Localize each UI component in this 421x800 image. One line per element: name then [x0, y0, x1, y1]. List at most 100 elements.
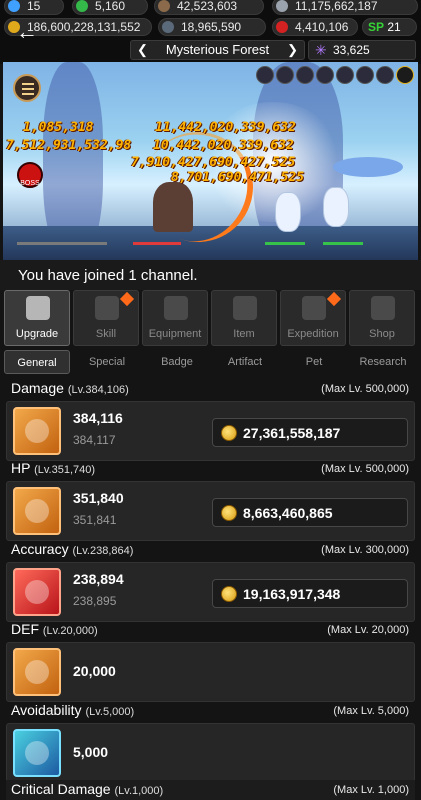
hero-hp-bar	[133, 242, 181, 245]
upgrade-cost-button[interactable]: 27,361,558,187	[212, 418, 408, 447]
fever-badge-icon	[396, 66, 414, 84]
current-value: 238,894	[73, 571, 124, 587]
star-token-icon: ✳	[315, 42, 327, 58]
subtab-research[interactable]: Research	[350, 350, 416, 374]
gold-coin-icon	[221, 586, 237, 602]
upgrade-header: Damage (Lv.384,106) (Max Lv. 500,000)	[6, 379, 415, 399]
skill-status-icon	[316, 66, 334, 84]
boss-icon[interactable]: BOSS	[17, 162, 43, 188]
ore-icon	[158, 0, 170, 12]
armor-icon	[13, 487, 61, 535]
max-level: (Max Lv. 300,000)	[321, 544, 409, 556]
upgrade-header: HP (Lv.351,740) (Max Lv. 500,000)	[6, 459, 415, 479]
max-level: (Max Lv. 1,000)	[333, 784, 409, 796]
tab-upgrade[interactable]: Upgrade	[4, 290, 70, 346]
hero-character	[153, 182, 193, 232]
shop-icon	[371, 296, 395, 320]
gem-icon	[8, 0, 20, 12]
upgrade-title: Avoidability (Lv.5,000)	[11, 702, 135, 718]
channel-message: You have joined 1 channel.	[18, 267, 198, 284]
flag-icon	[302, 296, 326, 320]
battle-scene: BOSS 1,085,318 7,512,931,532,98 11,442,0…	[3, 62, 418, 260]
damage-number: 7,512,931,532,98	[6, 138, 132, 153]
resource-ruby: 4,410,106	[272, 18, 358, 36]
gold-coin-icon	[221, 505, 237, 521]
subtab-pet[interactable]: Pet	[281, 350, 347, 374]
target-icon	[13, 568, 61, 616]
upgrade-row-accuracy: Accuracy (Lv.238,864) (Max Lv. 300,000) …	[6, 540, 415, 624]
menu-icon[interactable]	[13, 74, 41, 102]
herb-icon	[76, 0, 88, 12]
skill-status-icon	[336, 66, 354, 84]
mushroom-platform	[333, 157, 403, 177]
current-value: 20,000	[73, 663, 116, 679]
upgrade-body: 238,894 238,895 19,163,917,348	[6, 562, 415, 622]
subtab-general[interactable]: General	[4, 350, 70, 374]
upgrade-row-critical-damage: Critical Damage (Lv.1,000) (Max Lv. 1,00…	[6, 780, 415, 800]
current-value: 384,116	[73, 410, 123, 426]
tab-shop[interactable]: Shop	[349, 290, 415, 346]
sp-counter: SP 21	[362, 18, 417, 36]
enemy-hp-bar	[265, 242, 305, 245]
upgrade-cost-button[interactable]: 8,663,460,865	[212, 498, 408, 527]
upgrade-body: 384,116 384,117 27,361,558,187	[6, 401, 415, 461]
upgrade-body: 5,000	[6, 723, 415, 783]
stage-prev-button[interactable]: ❮	[137, 41, 148, 59]
resource-swords: 11,175,662,187	[272, 0, 418, 15]
upgrade-row-def: DEF (Lv.20,000) (Max Lv. 20,000) 20,000	[6, 620, 415, 704]
resource-herbs: 5,160	[72, 0, 148, 15]
max-level: (Max Lv. 500,000)	[321, 463, 409, 475]
max-level: (Max Lv. 20,000)	[327, 624, 409, 636]
subtab-special[interactable]: Special	[74, 350, 140, 374]
damage-number: 8,701,690,471,525	[171, 170, 305, 185]
skill-status-icon	[256, 66, 274, 84]
damage-number: 1,085,318	[23, 120, 94, 135]
damage-number: 10,442,020,339,632	[153, 138, 294, 153]
resource-gems: 15	[4, 0, 64, 15]
stage-progress-bar	[17, 242, 107, 245]
skill-status-icon	[276, 66, 294, 84]
enemy-character	[275, 192, 301, 232]
tab-item[interactable]: Item	[211, 290, 277, 346]
next-value: 384,117	[73, 433, 116, 447]
upgrade-row-hp: HP (Lv.351,740) (Max Lv. 500,000) 351,84…	[6, 459, 415, 543]
tab-skill[interactable]: Skill	[73, 290, 139, 346]
upgrade-row-avoidability: Avoidability (Lv.5,000) (Max Lv. 5,000) …	[6, 701, 415, 785]
current-value: 351,840	[73, 490, 124, 506]
token-counter: ✳ 33,625	[308, 40, 416, 60]
ruby-icon	[276, 21, 288, 33]
item-bag-icon	[233, 296, 257, 320]
subtab-badge[interactable]: Badge	[144, 350, 210, 374]
skill-status-icon	[376, 66, 394, 84]
axe-icon	[13, 407, 61, 455]
subtab-artifact[interactable]: Artifact	[212, 350, 278, 374]
stage-name: Mysterious Forest	[165, 42, 270, 57]
upgrade-title: Accuracy (Lv.238,864)	[11, 541, 134, 557]
upgrade-cost-button[interactable]: 19,163,917,348	[212, 579, 408, 608]
back-arrow-icon[interactable]: ←	[16, 21, 38, 43]
skill-status-icon	[296, 66, 314, 84]
max-level: (Max Lv. 5,000)	[333, 705, 409, 717]
skill-status-bar	[254, 66, 414, 89]
upgrade-title: Damage (Lv.384,106)	[11, 380, 129, 396]
skill-icon	[95, 296, 119, 320]
upgrade-title: Critical Damage (Lv.1,000)	[11, 781, 164, 797]
upgrade-title: DEF (Lv.20,000)	[11, 621, 98, 637]
tab-expedition[interactable]: Expedition	[280, 290, 346, 346]
upgrade-body: 20,000	[6, 642, 415, 702]
upgrade-title: HP (Lv.351,740)	[11, 460, 96, 476]
tab-equipment[interactable]: Equipment	[142, 290, 208, 346]
stage-selector: ❮ Mysterious Forest ❯	[130, 40, 305, 60]
enemy-character	[323, 187, 349, 227]
gold-coin-icon	[221, 425, 237, 441]
resource-bar: 15 5,160 42,523,603 11,175,662,187 186,6…	[0, 0, 421, 64]
stage-next-button[interactable]: ❯	[287, 41, 298, 59]
upgrade-body: 351,840 351,841 8,663,460,865	[6, 481, 415, 541]
shield-helmet-icon	[13, 648, 61, 696]
boots-icon	[13, 729, 61, 777]
upgrade-header: Accuracy (Lv.238,864) (Max Lv. 300,000)	[6, 540, 415, 560]
current-value: 5,000	[73, 744, 109, 760]
upgrade-header: Critical Damage (Lv.1,000) (Max Lv. 1,00…	[6, 780, 415, 800]
next-value: 238,895	[73, 594, 117, 608]
sub-tab-bar: General Special Badge Artifact Pet Resea…	[2, 350, 419, 374]
